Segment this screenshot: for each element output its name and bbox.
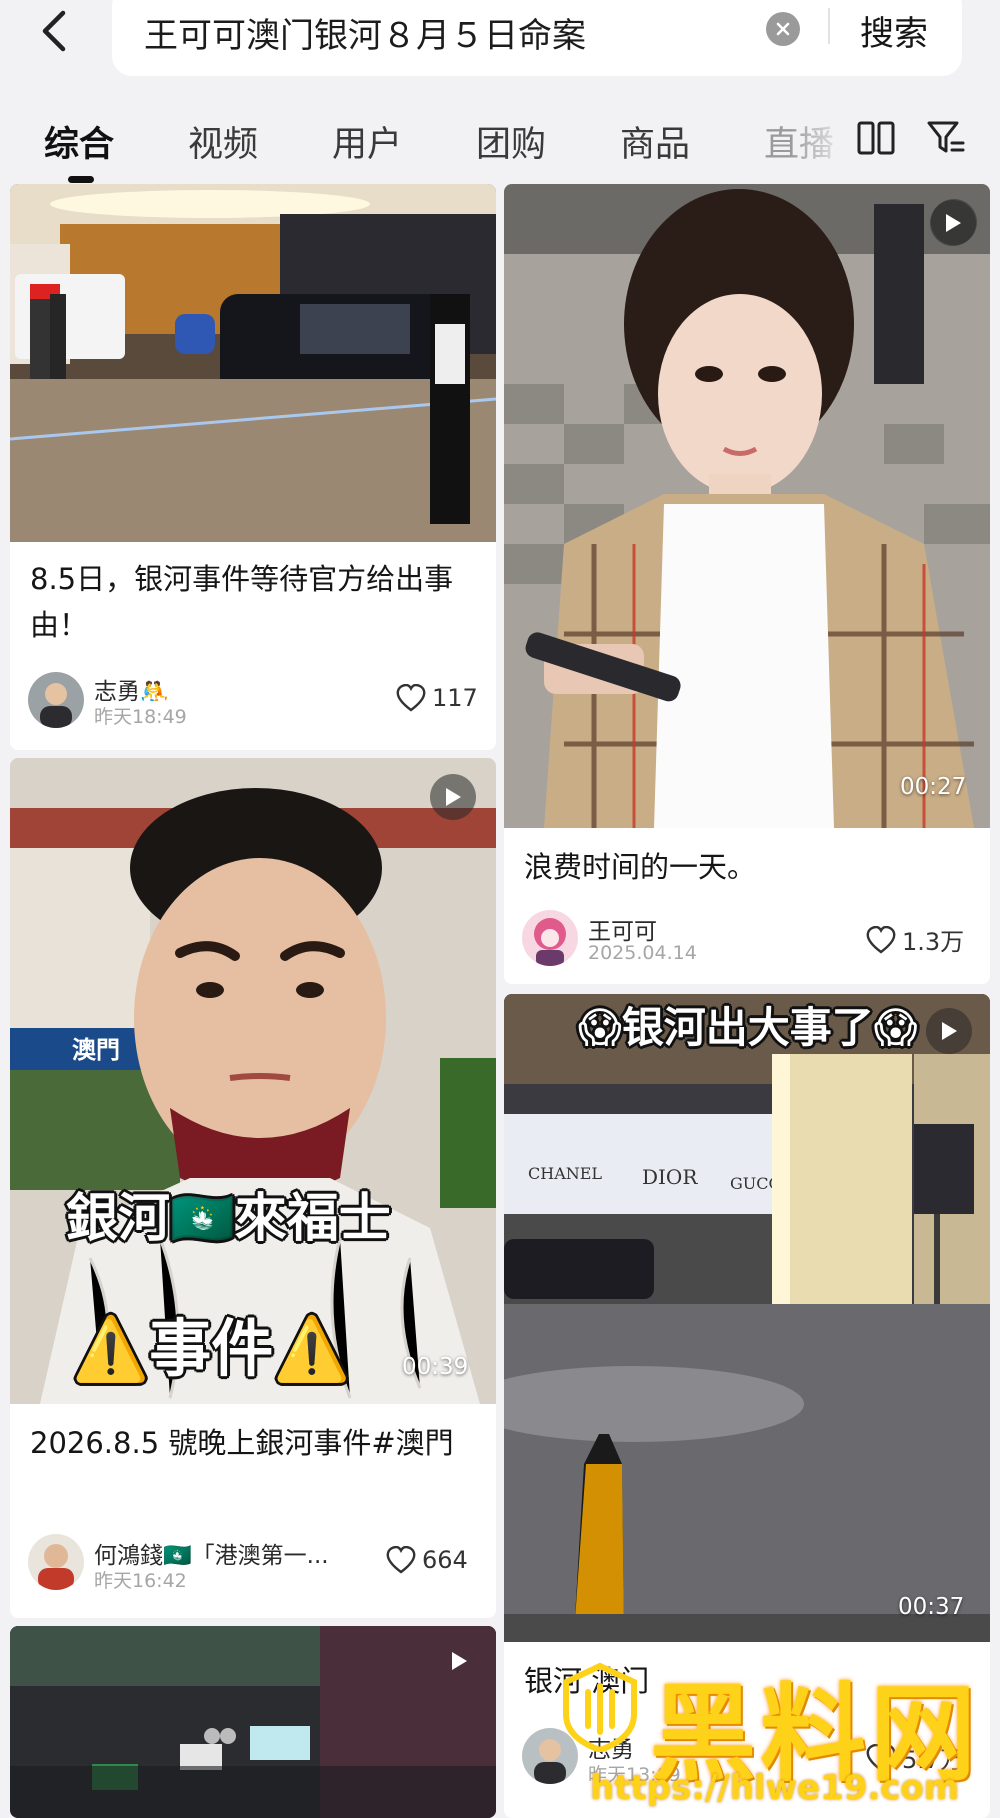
card-title[interactable]: 8.5日，银河事件等待官方给出事由！ [30,556,480,648]
play-button[interactable] [436,1638,482,1684]
play-icon [446,788,461,806]
store-sign-text: CHANEL [528,1164,602,1183]
video-overlay-caption: ⚠️事件⚠️ [72,1312,351,1385]
category-tabs: 综合 视频 用户 团购 商品 直播 [0,108,1000,184]
author-avatar[interactable] [28,1534,84,1590]
filter-button[interactable] [924,116,968,160]
like-count[interactable]: 664 [386,1546,468,1574]
heart-icon [396,684,426,712]
tab-user[interactable]: 用户 [332,116,402,167]
brand-logo-icon [563,1662,637,1752]
top-bar: 王可可澳门银河８月５日命案 搜索 [0,0,1000,86]
like-count-text: 1.3万 [902,928,965,956]
play-button[interactable] [926,1008,972,1054]
hotel-lobby-scene [10,184,496,542]
video-overlay-caption: 😱银河出大事了😱 [578,1003,918,1052]
card-thumbnail: CHANEL DIOR GUCCI 😱银河出大事了😱 00:37 [504,994,990,1642]
video-duration: 00:37 [898,1594,965,1620]
author-name[interactable]: 王可可 [588,912,657,946]
author-avatar[interactable] [28,672,84,728]
card-title[interactable]: 浪费时间的一天。 [524,844,974,890]
search-divider [828,8,830,44]
card-thumbnail [10,184,496,542]
mall-entrance-scene: CHANEL DIOR GUCCI [504,994,990,1642]
play-icon [946,214,961,232]
card-thumbnail [10,1626,496,1818]
video-duration: 00:39 [402,1354,469,1380]
tab-goods[interactable]: 商品 [620,116,690,167]
post-time: 昨天18:49 [94,706,187,728]
search-input[interactable]: 王可可澳门银河８月５日命案 [144,8,586,57]
dark-room-scene [10,1626,496,1818]
active-tab-indicator [68,176,94,183]
result-card[interactable] [10,1626,496,1818]
like-count[interactable]: 1.3万 [866,922,964,957]
play-icon [942,1022,957,1040]
tab-video[interactable]: 视频 [188,116,258,167]
site-watermark: 黑料网 https://hlwe19.com [560,1652,1000,1818]
video-duration: 00:27 [900,774,967,800]
post-time: 昨天16:42 [94,1570,187,1592]
heart-icon [386,1546,416,1574]
search-submit-button[interactable]: 搜索 [860,6,928,55]
selfie-scene [504,184,990,828]
result-card[interactable]: 澳門 銀河🇲🇴來福士 ⚠️事件⚠️ 00:39 2026.8.5 號晚上銀河事件… [10,758,496,1618]
result-card[interactable]: 8.5日，银河事件等待官方给出事由！ 志勇🤼 昨天18:49 117 [10,184,496,750]
search-box[interactable]: 王可可澳门银河８月５日命案 搜索 [112,0,962,76]
back-arrow-icon [42,10,66,52]
play-button[interactable] [430,774,476,820]
svg-text:澳門: 澳門 [72,1036,120,1064]
avatar-image [28,1534,84,1590]
play-icon [452,1652,467,1670]
clear-search-button[interactable] [766,12,800,46]
like-count-text: 664 [422,1546,468,1574]
like-count-text: 117 [432,684,478,712]
result-card[interactable]: 00:27 浪费时间的一天。 王可可 2025.04.14 1.3万 [504,184,990,984]
author-name[interactable]: 志勇🤼 [94,672,169,706]
double-column-layout-icon [857,121,895,155]
back-button[interactable] [30,6,78,56]
post-time: 2025.04.14 [588,942,697,964]
avatar-image [522,910,578,966]
layout-toggle-button[interactable] [856,116,896,160]
play-button[interactable] [930,200,976,246]
tab-fade [790,108,850,178]
author-name[interactable]: 何鴻錢🇲🇴「港澳第一... [94,1536,329,1570]
watermark-url: https://hlwe19.com [590,1768,960,1808]
clear-x-icon [776,22,790,36]
author-avatar[interactable] [522,910,578,966]
filter-icon [927,121,965,153]
store-sign-text: DIOR [642,1165,698,1189]
card-title[interactable]: 2026.8.5 號晚上銀河事件#澳門 [30,1420,480,1466]
card-thumbnail: 00:27 [504,184,990,828]
like-count[interactable]: 117 [396,684,478,712]
avatar-image [28,672,84,728]
heart-icon [866,925,896,954]
card-thumbnail: 澳門 銀河🇲🇴來福士 ⚠️事件⚠️ 00:39 [10,758,496,1404]
tab-comprehensive[interactable]: 综合 [44,116,114,167]
tab-group-buy[interactable]: 团购 [476,116,546,167]
video-overlay-caption: 銀河🇲🇴來福士 [66,1189,391,1249]
